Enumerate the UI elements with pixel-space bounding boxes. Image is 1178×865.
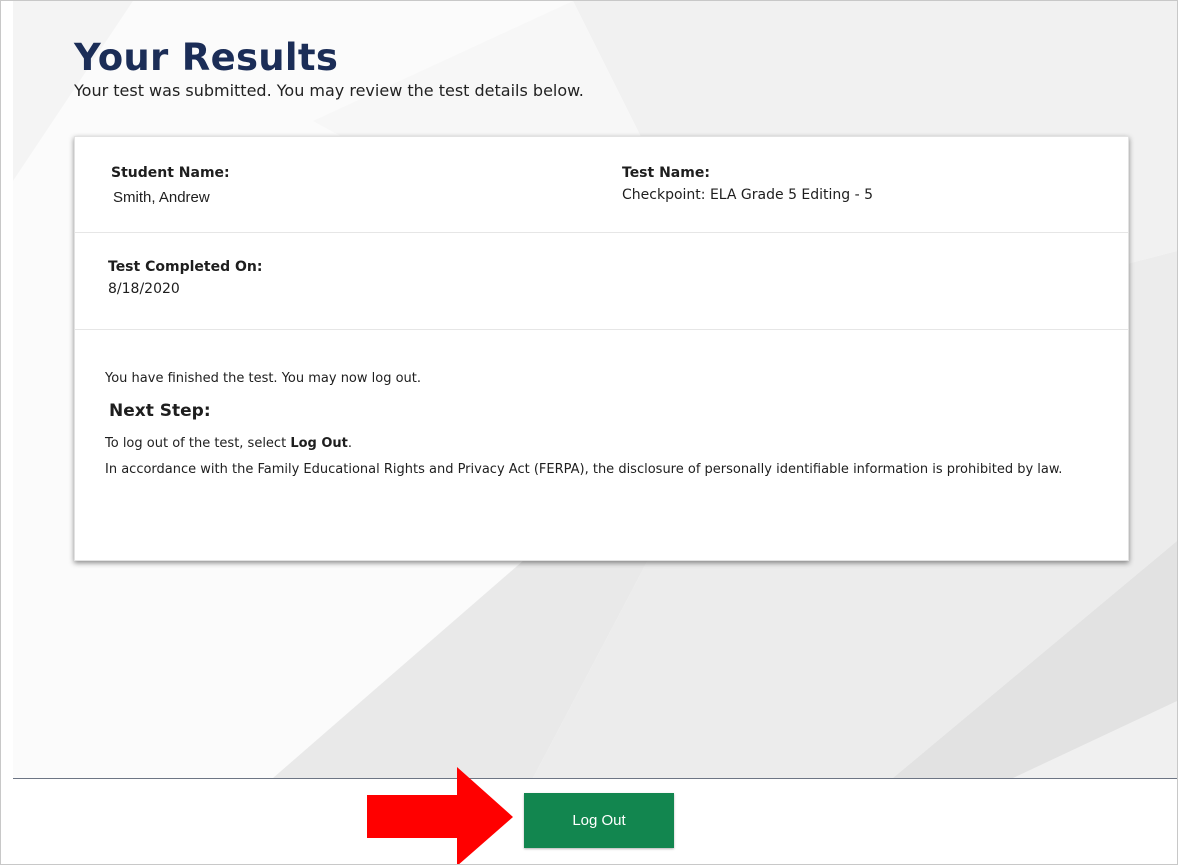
finished-message: You have finished the test. You may now … [105, 371, 422, 386]
student-name-value: Smith, Andrew [113, 189, 210, 206]
right-arrow-icon [367, 767, 513, 864]
completed-on-value: 8/18/2020 [108, 281, 180, 297]
results-header: Your Results Your test was submitted. Yo… [74, 35, 1134, 101]
instruction-suffix: . [347, 436, 353, 451]
page-title: Your Results [74, 36, 339, 79]
completed-on-label: Test Completed On: [108, 259, 263, 275]
next-step-heading: Next Step: [109, 401, 211, 421]
app-window: Your Results Your test was submitted. Yo… [0, 0, 1178, 865]
next-step-section: You have finished the test. You may now … [105, 371, 1105, 478]
test-name-label: Test Name: [622, 165, 710, 181]
completed-on-field: Test Completed On: 8/18/2020 [108, 258, 262, 298]
results-card: Student Name: Smith, Andrew Test Name: C… [74, 136, 1129, 561]
page-subtitle: Your test was submitted. You may review … [74, 81, 584, 100]
footer-bar: Log Out [13, 778, 1177, 864]
card-row-names: Student Name: Smith, Andrew Test Name: C… [75, 137, 1128, 233]
card-row-completed: Test Completed On: 8/18/2020 [75, 233, 1128, 330]
test-name-field: Test Name: Checkpoint: ELA Grade 5 Editi… [622, 164, 873, 204]
logout-button[interactable]: Log Out [524, 793, 674, 848]
ferpa-notice: In accordance with the Family Educationa… [105, 462, 1063, 477]
student-name-field: Student Name: Smith, Andrew [111, 164, 230, 207]
logout-instruction: To log out of the test, select Log Out. [105, 436, 1105, 452]
student-name-label: Student Name: [111, 165, 230, 181]
arrow-shape [367, 767, 513, 864]
instruction-bold: Log Out [290, 436, 348, 451]
test-name-value: Checkpoint: ELA Grade 5 Editing - 5 [622, 187, 874, 203]
instruction-prefix: To log out of the test, select [105, 436, 291, 451]
